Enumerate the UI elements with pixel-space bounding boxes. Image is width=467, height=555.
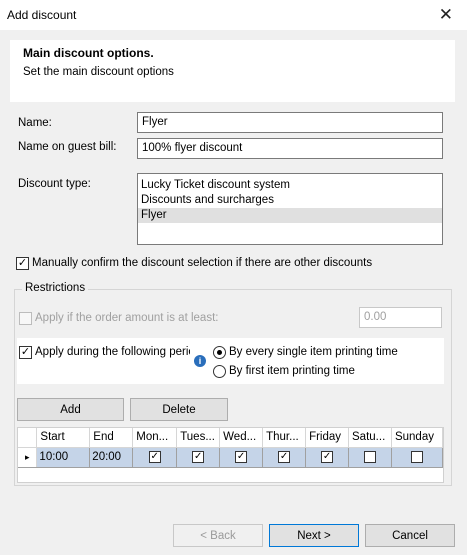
window-title: Add discount — [7, 8, 77, 22]
list-item[interactable]: Discounts and surcharges — [138, 193, 442, 208]
col-saturday[interactable]: Satu... — [348, 428, 392, 448]
cell-sunday[interactable] — [391, 447, 444, 468]
list-item-selected[interactable]: Flyer — [138, 208, 442, 223]
bill-name-label: Name on guest bill: — [18, 141, 117, 153]
wednesday-checkbox[interactable]: ✓ — [235, 451, 248, 463]
info-icon: i — [194, 355, 206, 367]
col-friday[interactable]: Friday — [305, 428, 350, 448]
radio-every-item-label: By every single item printing time — [229, 346, 398, 358]
restrictions-title: Restrictions — [22, 282, 89, 294]
discount-type-label: Discount type: — [18, 178, 91, 190]
cell-start[interactable]: 10:00 — [36, 447, 91, 468]
period-checkbox[interactable]: ✓ — [19, 346, 32, 359]
cell-saturday[interactable] — [348, 447, 392, 468]
col-monday[interactable]: Mon... — [132, 428, 178, 448]
col-wednesday[interactable]: Wed... — [219, 428, 264, 448]
manual-confirm-checkbox[interactable]: ✓ — [16, 257, 29, 270]
monday-checkbox[interactable]: ✓ — [148, 451, 161, 463]
sunday-checkbox[interactable] — [410, 451, 423, 463]
cancel-button[interactable]: Cancel — [365, 524, 455, 547]
name-label: Name: — [18, 117, 52, 129]
cell-friday[interactable]: ✓ — [305, 447, 350, 468]
col-tuesday[interactable]: Tues... — [176, 428, 221, 448]
title-bar: Add discount ✕ — [0, 0, 467, 30]
cell-wednesday[interactable]: ✓ — [219, 447, 264, 468]
table-row[interactable]: ▸ 10:00 20:00 ✓ ✓ ✓ ✓ ✓ — [18, 447, 444, 468]
tuesday-checkbox[interactable]: ✓ — [192, 451, 205, 463]
radio-dot — [217, 350, 222, 355]
col-sunday[interactable]: Sunday — [391, 428, 444, 448]
close-icon[interactable]: ✕ — [439, 5, 453, 25]
bill-name-field[interactable]: 100% flyer discount — [137, 138, 443, 159]
header-subtitle: Set the main discount options — [23, 66, 174, 78]
radio-every-item[interactable] — [213, 346, 226, 359]
cell-tuesday[interactable]: ✓ — [176, 447, 221, 468]
manual-confirm-label: Manually confirm the discount selection … — [32, 257, 373, 269]
cell-monday[interactable]: ✓ — [132, 447, 178, 468]
period-label: Apply during the following perio — [35, 346, 190, 358]
min-amount-checkbox[interactable] — [19, 312, 32, 325]
radio-first-item[interactable] — [213, 365, 226, 378]
period-panel — [17, 338, 444, 384]
next-button[interactable]: Next > — [269, 524, 359, 547]
delete-button[interactable]: Delete — [130, 398, 228, 421]
col-end[interactable]: End — [89, 428, 134, 448]
thursday-checkbox[interactable]: ✓ — [278, 451, 291, 463]
grid-header-row: Start End Mon... Tues... Wed... Thur... … — [18, 428, 444, 448]
periods-grid[interactable]: Start End Mon... Tues... Wed... Thur... … — [17, 427, 444, 483]
back-button[interactable]: < Back — [173, 524, 263, 547]
list-item[interactable]: Lucky Ticket discount system — [138, 178, 442, 193]
saturday-checkbox[interactable] — [363, 451, 376, 463]
row-header-corner — [18, 428, 38, 448]
col-thursday[interactable]: Thur... — [262, 428, 307, 448]
radio-first-item-label: By first item printing time — [229, 365, 355, 377]
row-indicator-icon: ▸ — [18, 447, 38, 468]
col-start[interactable]: Start — [36, 428, 91, 448]
min-amount-label: Apply if the order amount is at least: — [35, 312, 219, 324]
friday-checkbox[interactable]: ✓ — [321, 451, 334, 463]
min-amount-field[interactable]: 0.00 — [359, 307, 442, 328]
cell-end[interactable]: 20:00 — [89, 447, 134, 468]
header-panel: Main discount options. Set the main disc… — [10, 40, 455, 102]
name-field[interactable]: Flyer — [137, 112, 443, 133]
discount-type-list[interactable]: Lucky Ticket discount system Discounts a… — [137, 173, 443, 245]
add-button[interactable]: Add — [17, 398, 124, 421]
header-title: Main discount options. — [23, 46, 154, 60]
cell-thursday[interactable]: ✓ — [262, 447, 307, 468]
